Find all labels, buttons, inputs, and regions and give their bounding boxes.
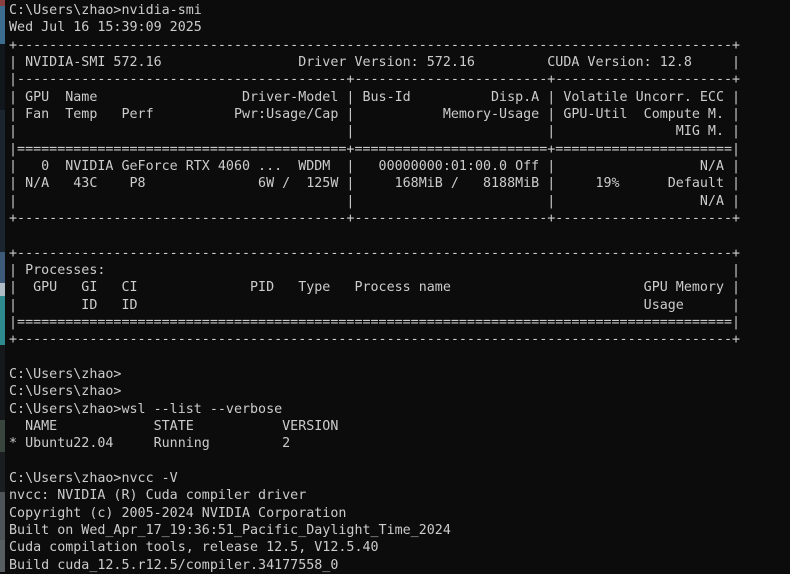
terminal-window[interactable]: C:\Users\zhao>nvidia-smi Wed Jul 16 15:3… xyxy=(5,0,790,572)
gpu-data-row-1: | 0 NVIDIA GeForce RTX 4060 ... WDDM | 0… xyxy=(9,158,790,175)
processes-header-separator: |=======================================… xyxy=(9,314,790,331)
nvcc-output-driver-line: nvcc: NVIDIA (R) Cuda compiler driver xyxy=(9,487,790,504)
nvcc-output-build-line: Build cuda_12.5.r12.5/compiler.34177558_… xyxy=(9,557,790,574)
blank-line-1 xyxy=(9,227,790,244)
wsl-distro-row: * Ubuntu22.04 Running 2 xyxy=(9,435,790,452)
gpu-table-header-separator: |=======================================… xyxy=(9,141,790,158)
processes-table-border-top: +---------------------------------------… xyxy=(9,245,790,262)
processes-title-row: | Processes: | xyxy=(9,262,790,279)
gpu-table-border-bottom: +---------------------------------------… xyxy=(9,210,790,227)
blank-line-3 xyxy=(9,453,790,470)
blank-line-2 xyxy=(9,349,790,366)
gpu-table-header-row-2: | Fan Temp Perf Pwr:Usage/Cap | Memory-U… xyxy=(9,106,790,123)
wsl-list-header-row: NAME STATE VERSION xyxy=(9,418,790,435)
gpu-data-row-2: | N/A 43C P8 6W / 125W | 168MiB / 8188Mi… xyxy=(9,175,790,192)
cmd-prompt-empty-2: C:\Users\zhao> xyxy=(9,383,790,400)
cmd-prompt-wsl-list: C:\Users\zhao>wsl --list --verbose xyxy=(9,401,790,418)
gpu-table-header-row-1: | GPU Name Driver-Model | Bus-Id Disp.A … xyxy=(9,89,790,106)
nvidia-smi-timestamp: Wed Jul 16 15:39:09 2025 xyxy=(9,19,790,36)
gpu-table-header-row-3: | | | MIG M. | xyxy=(9,123,790,140)
nvcc-output-copyright-line: Copyright (c) 2005-2024 NVIDIA Corporati… xyxy=(9,505,790,522)
nvcc-output-built-line: Built on Wed_Apr_17_19:36:51_Pacific_Day… xyxy=(9,522,790,539)
cmd-prompt-empty-1: C:\Users\zhao> xyxy=(9,366,790,383)
gpu-data-row-3: | | | N/A | xyxy=(9,193,790,210)
processes-table-border-bottom: +---------------------------------------… xyxy=(9,331,790,348)
gpu-table-version-row: | NVIDIA-SMI 572.16 Driver Version: 572.… xyxy=(9,54,790,71)
nvcc-output-release-line: Cuda compilation tools, release 12.5, V1… xyxy=(9,539,790,556)
processes-header-row-1: | GPU GI CI PID Type Process name GPU Me… xyxy=(9,279,790,296)
processes-header-row-2: | ID ID Usage | xyxy=(9,297,790,314)
cmd-prompt-nvidia-smi: C:\Users\zhao>nvidia-smi xyxy=(9,2,790,19)
gpu-table-border-top: +---------------------------------------… xyxy=(9,37,790,54)
gpu-table-divider: |---------------------------------------… xyxy=(9,71,790,88)
cmd-prompt-nvcc: C:\Users\zhao>nvcc -V xyxy=(9,470,790,487)
